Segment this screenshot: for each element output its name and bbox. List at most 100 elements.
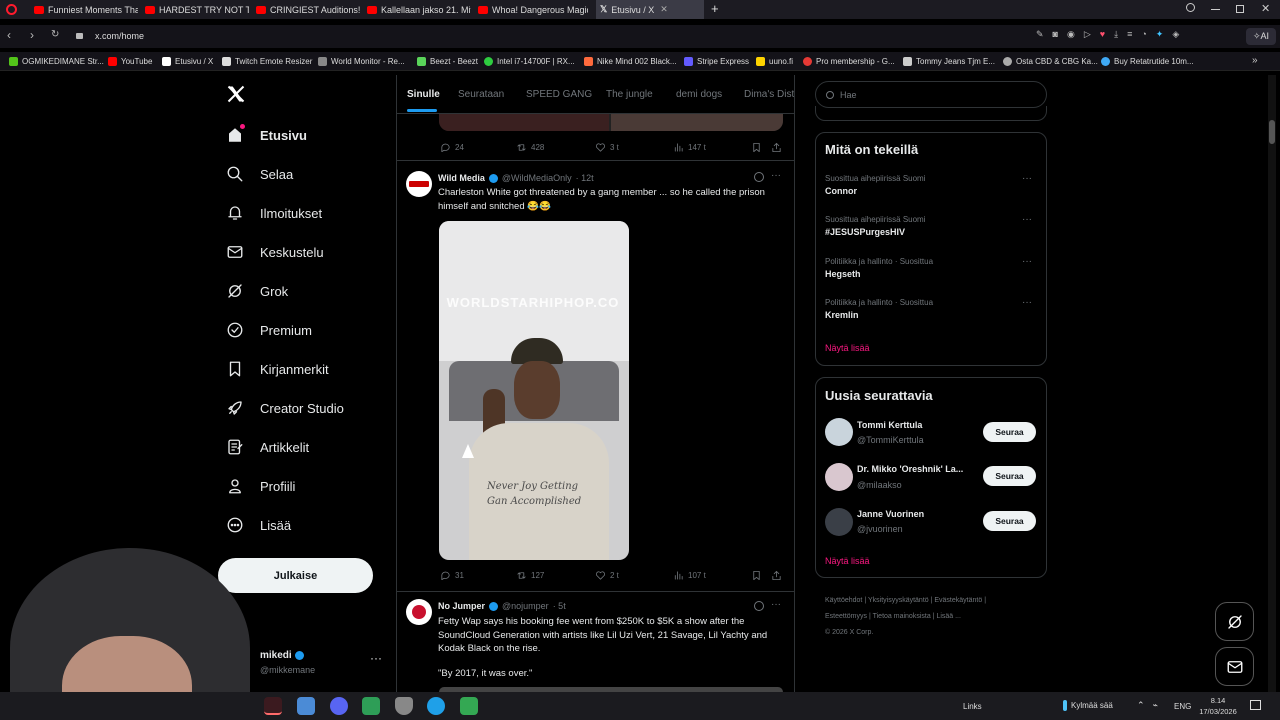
toolbar-icons[interactable]: ✎ ◙ ◉ ▷ ♥ ⤓ ≡ ◔ ✦ ◈ — [1036, 29, 1179, 40]
bookmark[interactable]: Etusivu / X — [162, 52, 213, 71]
shield-icon[interactable] — [395, 697, 413, 715]
account-icon[interactable]: ◔ — [1141, 29, 1146, 40]
discord-icon[interactable] — [330, 697, 348, 715]
nav-home[interactable]: Etusivu — [226, 124, 307, 144]
tab-demi-dogs[interactable]: demi dogs — [676, 89, 722, 100]
footer-link[interactable]: Evästekäytäntö — [934, 597, 982, 604]
browser-tab[interactable]: CRINGIEST Auditions! Try — [256, 0, 360, 19]
views-button[interactable]: 147 t — [673, 142, 706, 153]
share-button[interactable] — [771, 142, 782, 153]
nav-explore[interactable]: Selaa — [226, 165, 293, 183]
retweet-button[interactable]: 428 — [516, 142, 544, 153]
follow-button[interactable]: Seuraa — [983, 466, 1036, 486]
taskbar-links[interactable]: Links — [963, 702, 982, 711]
play-store-icon[interactable] — [460, 697, 478, 715]
forward-icon[interactable]: › — [30, 28, 34, 42]
bookmark[interactable]: Twitch Emote Resizer — [222, 52, 312, 71]
share-button[interactable] — [771, 570, 782, 581]
reply-button[interactable]: 24 — [440, 142, 464, 153]
author-handle[interactable]: @WildMediaOnly — [502, 173, 572, 183]
retweet-button[interactable]: 127 — [516, 570, 544, 581]
follow-button[interactable]: Seuraa — [983, 422, 1036, 442]
bookmark[interactable]: Tommy Jeans Tjm E... — [903, 52, 995, 71]
tweet-video[interactable]: WORLDSTARHIPHOP.CO Never Joy Getting Gan… — [439, 221, 629, 560]
more-icon[interactable]: ··· — [1022, 256, 1032, 267]
trend-item[interactable]: #JESUSPurgesHIV — [825, 227, 905, 237]
trend-item[interactable]: Hegseth — [825, 269, 861, 279]
clock[interactable]: 8.14 17/03/2026 — [1196, 695, 1240, 717]
app-icon[interactable] — [297, 697, 315, 715]
more-icon[interactable]: ··· — [1022, 173, 1032, 184]
reply-button[interactable]: 31 — [440, 570, 464, 581]
nav-messages[interactable]: Keskustelu — [226, 243, 324, 261]
follow-name[interactable]: Janne Vuorinen — [857, 509, 977, 519]
tweet-time[interactable]: · 12t — [576, 173, 594, 183]
bookmark[interactable]: Pro membership - G... — [803, 52, 895, 71]
footer-link[interactable]: Lisää ... — [936, 613, 961, 620]
avatar[interactable] — [406, 599, 432, 625]
camera-icon[interactable]: ◙ — [1053, 29, 1058, 40]
tab-following[interactable]: Seurataan — [458, 89, 504, 100]
nav-premium[interactable]: Premium — [226, 321, 312, 339]
minimize-icon[interactable] — [1211, 9, 1220, 10]
browser-tab-active[interactable]: 𝕏 Etusivu / X ✕ — [596, 0, 704, 19]
bookmark[interactable]: Buy Retatrutide 10m... — [1101, 52, 1194, 71]
tab-for-you[interactable]: Sinulle — [407, 89, 440, 100]
messages-floating-button[interactable] — [1215, 647, 1254, 686]
bookmark[interactable]: Intel i7-14700F | RX... — [484, 52, 575, 71]
tab-the-jungle[interactable]: The jungle — [606, 89, 653, 100]
author-handle[interactable]: @nojumper — [502, 601, 549, 611]
bookmark[interactable]: Stripe Express — [684, 52, 749, 71]
show-more-link[interactable]: Näytä lisää — [825, 343, 870, 353]
search-tabs-icon[interactable] — [1186, 3, 1195, 12]
author-name[interactable]: Wild Media — [438, 173, 485, 183]
close-tab-icon[interactable]: ✕ — [660, 4, 668, 15]
bookmark[interactable]: World Monitor - Re... — [318, 52, 405, 71]
bookmarks-overflow-icon[interactable]: » — [1252, 55, 1258, 66]
heart-icon[interactable]: ♥ — [1100, 29, 1105, 40]
bookmark[interactable]: Osta CBD & CBG Ka... — [1003, 52, 1098, 71]
app-icon[interactable] — [362, 697, 380, 715]
play-icon[interactable]: ▷ — [1084, 29, 1091, 40]
ai-button[interactable]: ✧AI — [1246, 28, 1276, 45]
weather-widget[interactable]: Kylmää sää — [1063, 700, 1113, 711]
nav-more[interactable]: Lisää — [226, 516, 291, 534]
bookmark-button[interactable] — [751, 142, 762, 153]
trend-item[interactable]: Kremlin — [825, 310, 859, 320]
opera-logo-icon[interactable] — [6, 4, 17, 15]
tray-icons[interactable]: ⌃ ⌁ — [1137, 700, 1158, 711]
trend-item[interactable]: Connor — [825, 186, 857, 196]
x-logo-icon[interactable] — [226, 84, 246, 104]
previous-tweet-media[interactable] — [439, 114, 783, 131]
close-window-icon[interactable]: ✕ — [1261, 2, 1270, 15]
follow-name[interactable]: Dr. Mikko 'Oreshnik' La... — [857, 464, 977, 474]
more-icon[interactable]: ··· — [771, 599, 781, 610]
browser-tab[interactable]: HARDEST TRY NOT TO LA — [145, 0, 249, 19]
more-icon[interactable]: ··· — [370, 651, 382, 665]
network-icon[interactable]: ⌁ — [1153, 700, 1158, 711]
grok-floating-button[interactable] — [1215, 602, 1254, 641]
like-button[interactable]: 3 t — [595, 142, 619, 153]
shield-icon[interactable]: ◉ — [1067, 29, 1075, 40]
browser-tab[interactable]: Kallellaan jakso 21. Mitä n — [367, 0, 471, 19]
bookmark[interactable]: YouTube — [108, 52, 152, 71]
url-field[interactable]: x.com/home — [95, 31, 144, 41]
avatar[interactable] — [825, 418, 853, 446]
page-scrollbar[interactable] — [1268, 75, 1276, 692]
nav-articles[interactable]: Artikkelit — [226, 438, 309, 456]
cube-icon[interactable]: ◈ — [1172, 29, 1179, 40]
notification-center-icon[interactable] — [1250, 700, 1261, 710]
footer-link[interactable]: Yksityisyyskäytäntö — [868, 597, 929, 604]
grok-icon[interactable] — [754, 172, 764, 182]
bookmark[interactable]: Beezt - Beezt — [417, 52, 478, 71]
tab-dimas-dist[interactable]: Dima's Dist — [744, 89, 794, 100]
footer-link[interactable]: Tietoa mainoksista — [873, 613, 931, 620]
nav-creator-studio[interactable]: Creator Studio — [226, 399, 344, 417]
follow-name[interactable]: Tommi Kerttula — [857, 420, 977, 430]
search-input[interactable]: Hae — [815, 81, 1047, 108]
back-icon[interactable]: ‹ — [7, 28, 11, 42]
grok-icon[interactable] — [754, 601, 764, 611]
tab-speed-gang[interactable]: SPEED GANG — [526, 89, 592, 100]
extension-icon[interactable]: ✦ — [1156, 29, 1164, 40]
tweet-time[interactable]: · 5t — [553, 601, 566, 611]
